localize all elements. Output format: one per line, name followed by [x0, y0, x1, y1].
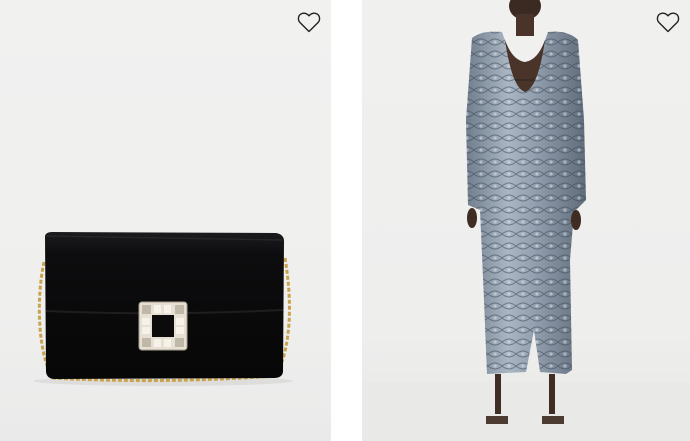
product-image-dress[interactable]: [362, 0, 690, 441]
wishlist-heart-icon[interactable]: [297, 11, 321, 33]
product-card-dress[interactable]: [362, 0, 690, 441]
product-card-handbag[interactable]: [0, 0, 331, 441]
product-image-handbag[interactable]: [0, 0, 331, 441]
wishlist-heart-icon[interactable]: [656, 11, 680, 33]
crystal-buckle: [138, 301, 188, 351]
